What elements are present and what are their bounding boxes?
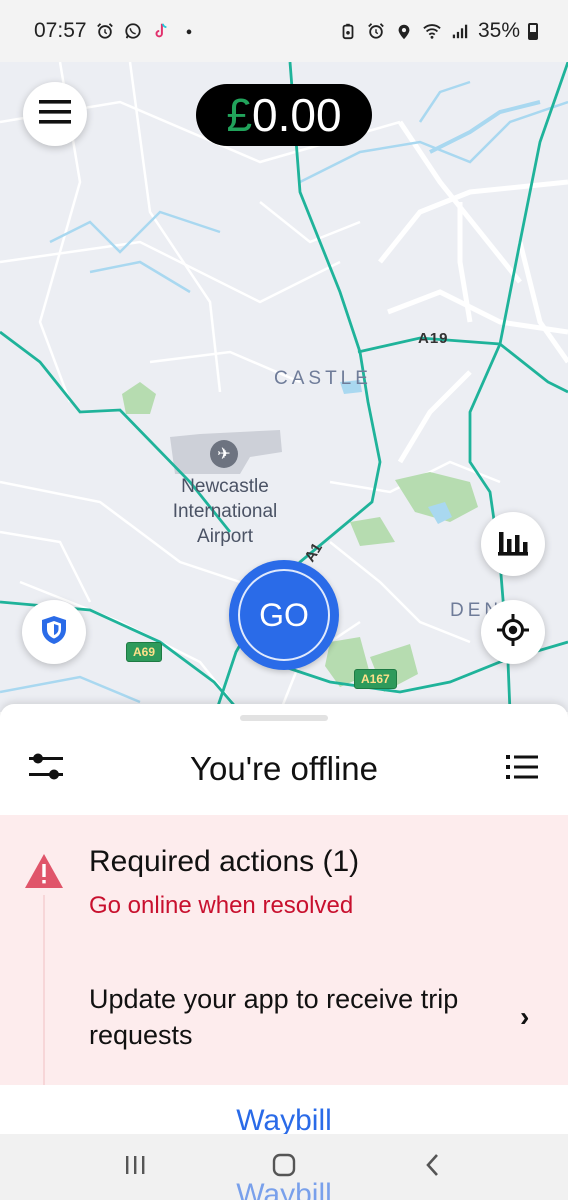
airport-icon: ✈ <box>210 440 238 468</box>
sheet-grabber[interactable] <box>240 715 328 721</box>
status-bar: 07:57 35% <box>0 0 568 62</box>
required-actions-card: Required actions (1) Go online when reso… <box>0 815 568 1085</box>
wifi-icon <box>422 21 442 41</box>
sheet-header: You're offline <box>0 724 568 814</box>
status-time: 07:57 <box>34 19 87 42</box>
signal-icon <box>450 21 470 41</box>
status-right: 35% <box>338 19 538 43</box>
earnings-amount: 0.00 <box>252 89 342 141</box>
battery-percent: 35% <box>477 19 520 42</box>
list-icon <box>506 754 538 785</box>
map-airport-label: Newcastle International Airport <box>172 476 278 547</box>
sheet-title: You're offline <box>190 750 378 787</box>
required-actions-subtitle: Go online when resolved <box>89 892 354 919</box>
battery-icon <box>528 22 538 40</box>
go-ring: GO <box>238 569 330 661</box>
locate-icon <box>497 613 529 651</box>
waybill-link-overlay: Waybill <box>236 1180 332 1200</box>
location-icon <box>394 21 414 41</box>
go-label: GO <box>259 596 309 633</box>
waybill-link[interactable]: Waybill <box>0 1104 568 1134</box>
menu-icon <box>39 99 71 129</box>
map-area-castle: CASTLE <box>274 368 372 389</box>
chevron-right-icon[interactable]: › <box>520 1001 529 1033</box>
warning-icon <box>24 853 64 894</box>
menu-button[interactable] <box>23 82 87 146</box>
list-view-button[interactable] <box>502 749 542 789</box>
tiktok-icon <box>151 21 171 41</box>
alarm-icon <box>95 21 115 41</box>
locate-me-button[interactable] <box>481 600 545 664</box>
timeline-line <box>43 895 45 1085</box>
recent-apps-icon <box>124 1154 146 1181</box>
map-view[interactable]: CASTLE DEN ✈ Newcastle International Air… <box>0 62 568 712</box>
road-shield-a167: A167 <box>354 669 397 689</box>
safety-toolkit-button[interactable] <box>22 600 86 664</box>
bottom-sheet[interactable]: You're offline Required actions (1) Go o… <box>0 704 568 1134</box>
road-label-a19: A19 <box>418 330 449 347</box>
earnings-chart-icon <box>498 528 528 561</box>
road-shield-a69: A69 <box>126 642 163 662</box>
lock-battery-icon <box>338 21 358 41</box>
earnings-currency: £ <box>226 89 253 141</box>
go-online-button[interactable]: GO <box>229 560 339 670</box>
back-icon <box>422 1152 444 1183</box>
trip-preferences-button[interactable] <box>26 749 66 789</box>
sliders-icon <box>29 752 63 787</box>
whatsapp-icon <box>123 21 143 41</box>
earnings-chart-button[interactable] <box>481 512 545 576</box>
earnings-button[interactable]: £0.00 <box>196 84 372 146</box>
home-icon <box>271 1152 297 1183</box>
alarm-icon <box>366 21 386 41</box>
dot-icon <box>179 21 199 41</box>
required-actions-title: Required actions (1) <box>89 845 360 878</box>
safety-shield-icon <box>41 615 67 650</box>
update-app-action[interactable]: Update your app to receive trip requests <box>89 981 489 1053</box>
status-left: 07:57 <box>34 19 199 43</box>
